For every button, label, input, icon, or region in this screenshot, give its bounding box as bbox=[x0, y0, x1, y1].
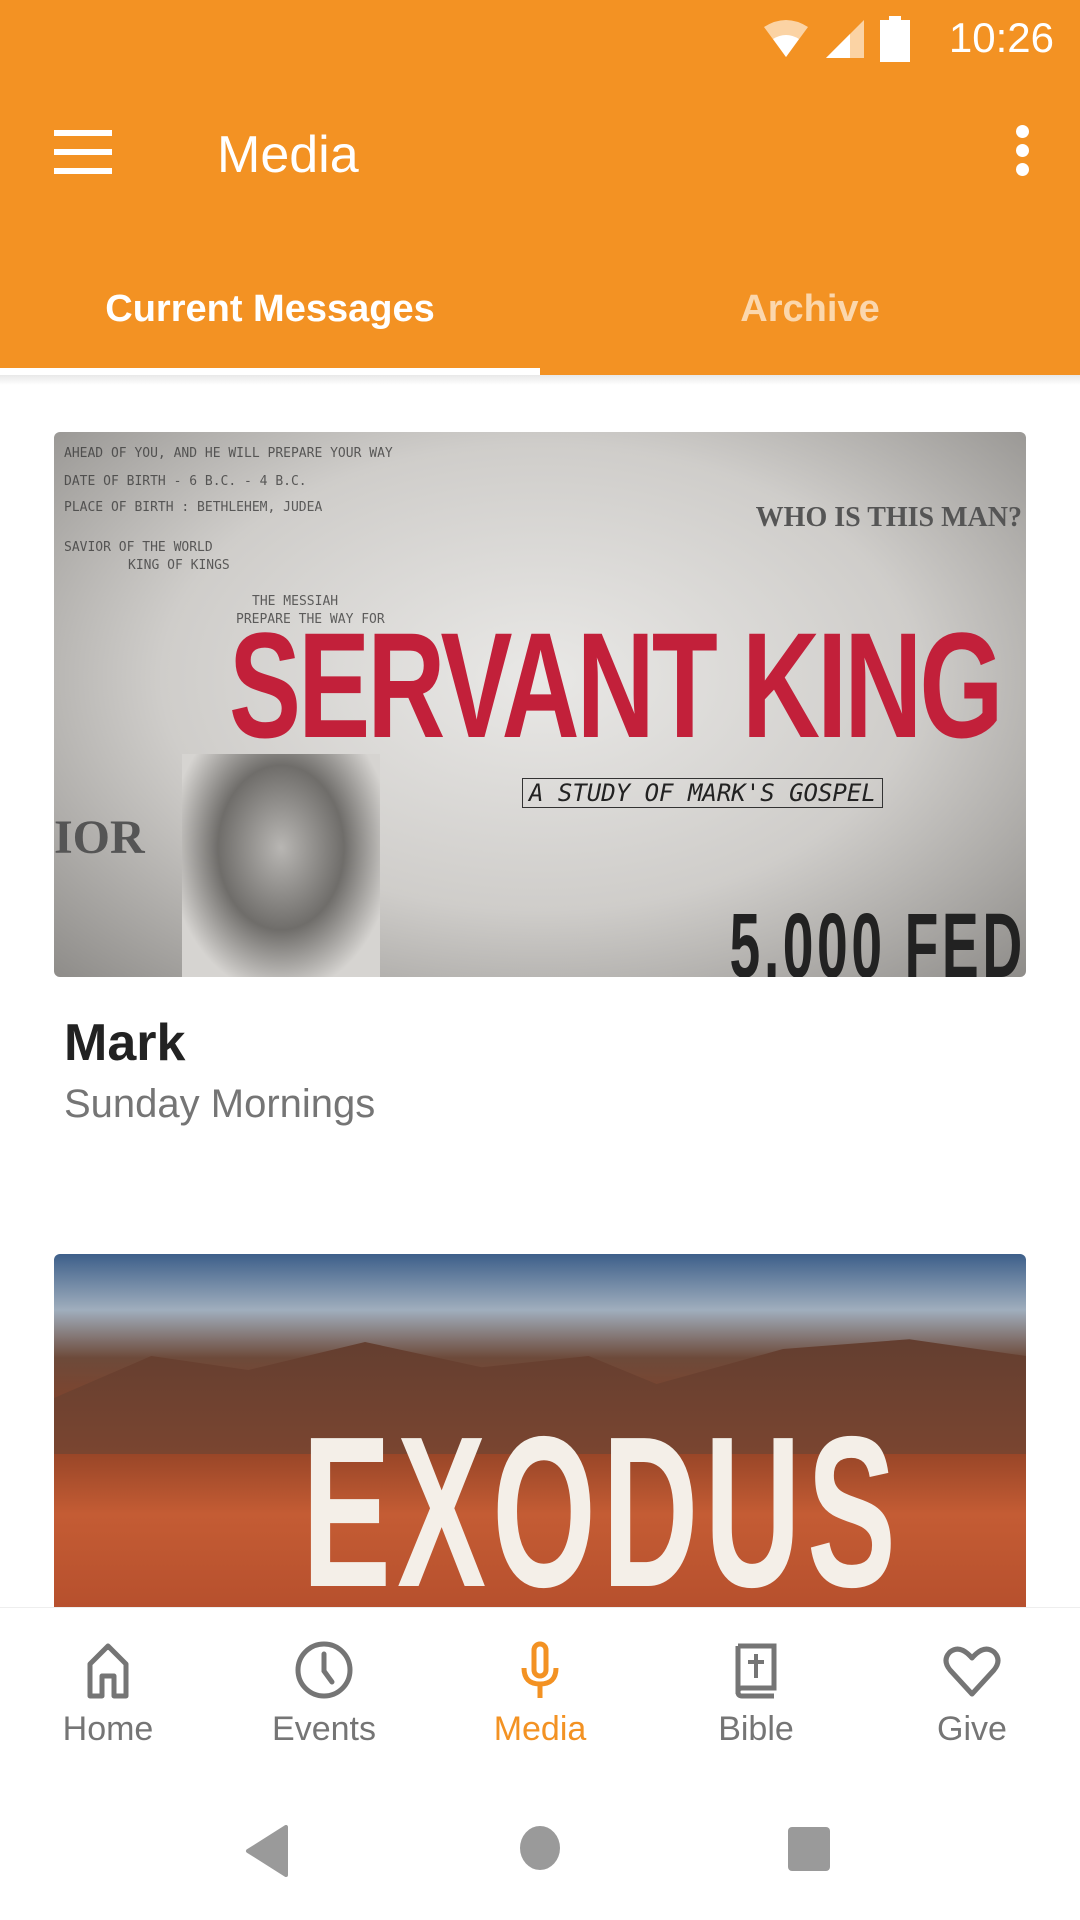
artwork-headline: SERVANT KING bbox=[229, 601, 1003, 769]
hamburger-menu-icon[interactable] bbox=[54, 130, 112, 174]
recents-icon[interactable] bbox=[786, 1825, 832, 1873]
tab-label: Current Messages bbox=[105, 288, 435, 330]
status-icons bbox=[762, 16, 910, 62]
app-bar: 10:26 Media Current Messages Archive bbox=[0, 0, 1080, 375]
series-artwork-exodus[interactable]: EXODUS bbox=[54, 1254, 1026, 1654]
status-time: 10:26 bbox=[948, 14, 1054, 61]
artwork-note: PLACE OF BIRTH : BETHLEHEM, JUDEA bbox=[64, 500, 323, 515]
nav-media[interactable]: Media bbox=[432, 1608, 648, 1777]
series-artwork-servant-king[interactable]: AHEAD OF YOU, AND HE WILL PREPARE YOUR W… bbox=[54, 432, 1026, 977]
tab-indicator bbox=[0, 368, 540, 375]
artwork-note: SAVIOR OF THE WORLD bbox=[64, 540, 213, 555]
nav-label: Events bbox=[272, 1710, 376, 1748]
nav-label: Give bbox=[937, 1710, 1007, 1748]
nav-events[interactable]: Events bbox=[216, 1608, 432, 1777]
signal-icon bbox=[826, 20, 864, 58]
battery-icon bbox=[880, 16, 910, 62]
nav-give[interactable]: Give bbox=[864, 1608, 1080, 1777]
nav-label: Bible bbox=[718, 1710, 794, 1748]
series-title[interactable]: Mark bbox=[64, 1013, 185, 1073]
nav-bible[interactable]: Bible bbox=[648, 1608, 864, 1777]
nav-label: Home bbox=[62, 1710, 154, 1748]
home-icon bbox=[87, 1643, 129, 1699]
artwork-side-text: IOR bbox=[54, 811, 145, 864]
home-button-icon[interactable] bbox=[518, 1825, 562, 1871]
artwork-bottom-text: 5,000 FED bbox=[729, 895, 1026, 977]
wifi-icon bbox=[764, 20, 808, 57]
screen: 10:26 Media Current Messages Archive AHE… bbox=[0, 0, 1080, 1920]
clock-icon bbox=[295, 1641, 353, 1699]
heart-icon bbox=[943, 1646, 1001, 1697]
tab-current-messages[interactable]: Current Messages bbox=[0, 270, 540, 375]
artwork-headline: EXODUS bbox=[302, 1391, 903, 1632]
artwork-note: KING OF KINGS bbox=[128, 558, 230, 573]
bible-icon bbox=[735, 1643, 777, 1699]
more-vert-icon[interactable] bbox=[1012, 125, 1032, 177]
artwork-tagline: A STUDY OF MARK'S GOSPEL bbox=[522, 778, 883, 808]
artwork-note: DATE OF BIRTH - 6 B.C. - 4 B.C. bbox=[64, 474, 307, 489]
microphone-icon bbox=[521, 1641, 559, 1698]
artwork-note: AHEAD OF YOU, AND HE WILL PREPARE YOUR W… bbox=[64, 446, 393, 461]
status-bar: 10:26 bbox=[0, 0, 1080, 75]
back-icon[interactable] bbox=[244, 1825, 290, 1877]
app-bar-shadow bbox=[0, 375, 1080, 385]
toolbar: Media bbox=[0, 75, 1080, 235]
tab-label: Archive bbox=[740, 288, 880, 330]
tab-bar: Current Messages Archive bbox=[0, 270, 1080, 375]
nav-home[interactable]: Home bbox=[0, 1608, 216, 1777]
series-subtitle: Sunday Mornings bbox=[64, 1082, 376, 1126]
nav-label: Media bbox=[493, 1710, 587, 1748]
tab-archive[interactable]: Archive bbox=[540, 270, 1080, 375]
artwork-portrait bbox=[182, 754, 380, 977]
artwork-corner-text: WHO IS THIS MAN? bbox=[755, 502, 1022, 533]
system-navigation-bar bbox=[0, 1777, 1080, 1920]
bottom-navigation: Home Events Media Bible Give bbox=[0, 1607, 1080, 1777]
page-title: Media bbox=[217, 126, 359, 184]
